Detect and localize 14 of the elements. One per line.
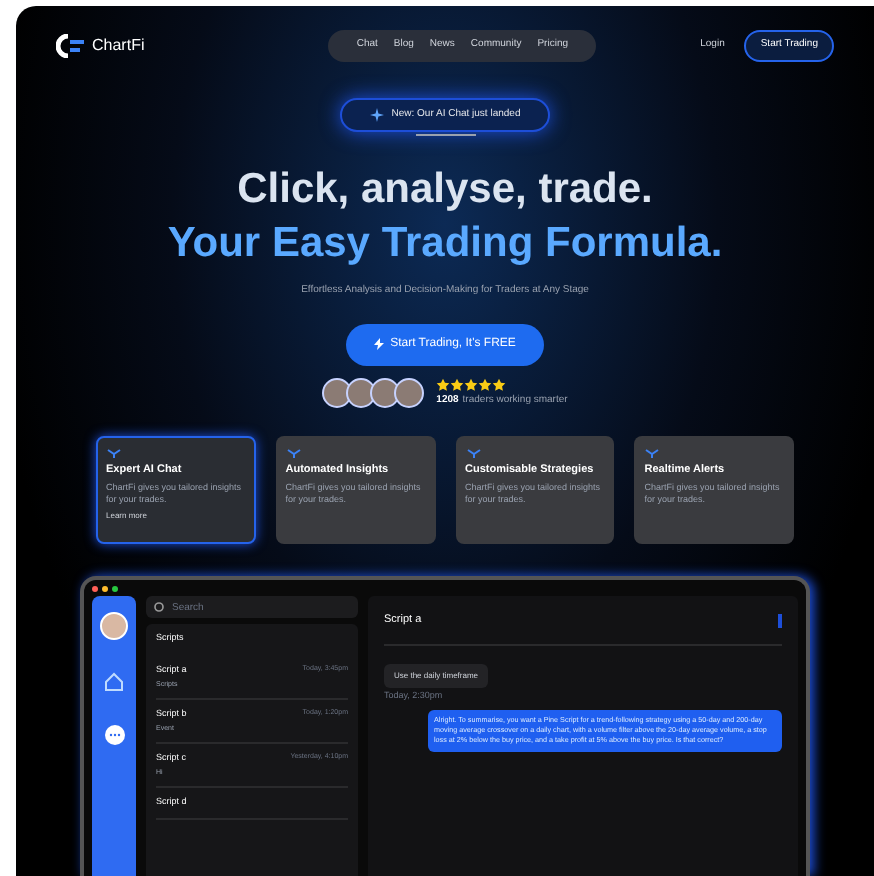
network-icon	[465, 448, 481, 460]
home-icon[interactable]	[104, 672, 124, 692]
chat-icon[interactable]	[103, 724, 125, 746]
bolt-icon	[374, 338, 385, 350]
logo-icon	[56, 33, 84, 58]
hero-title: Click, analyse, trade.	[237, 168, 653, 210]
network-icon	[106, 448, 122, 460]
sparkle-icon	[369, 107, 384, 122]
search-icon	[154, 602, 164, 612]
badge-underline	[415, 134, 475, 136]
hero-subtitle: Your Easy Trading Formula.	[167, 222, 723, 264]
network-icon	[644, 448, 661, 460]
network-icon	[285, 448, 302, 460]
logo-text: ChartFi	[92, 33, 145, 58]
